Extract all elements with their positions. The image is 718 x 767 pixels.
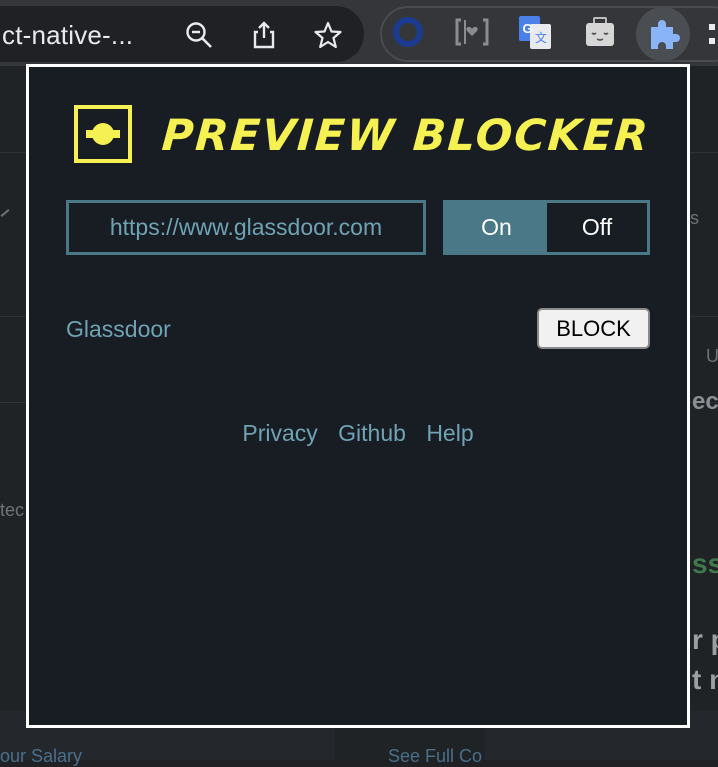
background-text: tec: [0, 500, 25, 520]
extensions-button[interactable]: [636, 7, 690, 61]
preview-blocker-popup: PREVIEW BLOCKER https://www.glassdoor.co…: [26, 64, 690, 728]
svg-text:文: 文: [535, 30, 547, 45]
address-bar-text: ct-native-...: [2, 20, 134, 50]
background-link[interactable]: See Full Co: [388, 746, 482, 767]
background-text: t n: [692, 664, 718, 695]
on-off-toggle[interactable]: On Off: [443, 200, 650, 255]
chevron-icon: [0, 209, 10, 217]
preview-blocker-logo-icon: [74, 105, 132, 163]
toggle-off-option[interactable]: Off: [547, 203, 647, 252]
background-text: r p: [692, 624, 718, 655]
url-field[interactable]: https://www.glassdoor.com: [66, 200, 426, 255]
sleeping-bag-extension-icon[interactable]: [584, 16, 616, 48]
background-text: ss: [692, 548, 718, 579]
star-icon[interactable]: [314, 21, 342, 49]
zoom-out-icon[interactable]: [185, 21, 213, 49]
puzzle-icon: [651, 20, 680, 49]
app-title: PREVIEW BLOCKER: [160, 111, 652, 161]
help-link[interactable]: Help: [426, 420, 473, 446]
block-button[interactable]: BLOCK: [537, 308, 650, 349]
footer-links: Privacy Github Help: [29, 420, 687, 447]
bracket-heart-extension-icon[interactable]: [455, 16, 489, 48]
svg-text:G: G: [523, 21, 533, 36]
address-bar[interactable]: ct-native-...: [0, 6, 364, 62]
google-translate-icon[interactable]: G 文: [519, 16, 551, 49]
background-text: U: [706, 346, 718, 366]
circle-extension-icon[interactable]: [392, 16, 424, 48]
popup-content: PREVIEW BLOCKER https://www.glassdoor.co…: [29, 67, 687, 725]
site-name-label: Glassdoor: [66, 316, 171, 342]
background-link[interactable]: our Salary: [0, 746, 82, 767]
privacy-link[interactable]: Privacy: [242, 420, 317, 446]
toggle-on-option[interactable]: On: [446, 203, 547, 252]
background-text: s: [690, 208, 699, 228]
browser-toolbar: ct-native-... G 文: [0, 0, 718, 66]
background-text: ec: [692, 388, 718, 415]
github-link[interactable]: Github: [338, 420, 406, 446]
more-icon[interactable]: [708, 20, 718, 52]
share-icon[interactable]: [250, 21, 278, 49]
